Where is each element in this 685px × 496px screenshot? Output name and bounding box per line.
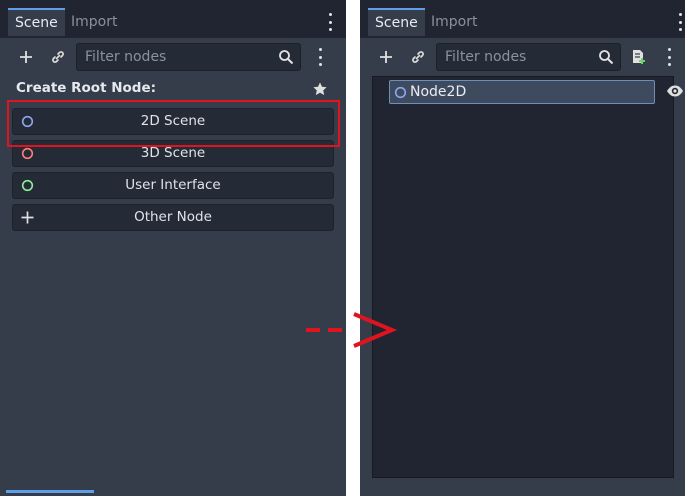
- bottom-tab-indicator: [6, 490, 94, 493]
- filter-nodes-input[interactable]: [77, 44, 270, 70]
- scene-dock-left: Scene Import Create Root Node: 2D Scene: [0, 0, 346, 496]
- filter-nodes-field[interactable]: [436, 43, 621, 71]
- attach-script-icon: [633, 50, 645, 64]
- tab-menu-icon[interactable]: [327, 13, 333, 31]
- plus-icon: [20, 51, 32, 63]
- plus-icon: [21, 211, 34, 224]
- 3d-scene-label: 3D Scene: [140, 145, 206, 161]
- node2d-circle-icon: [394, 86, 407, 99]
- create-root-node-heading: Create Root Node:: [16, 80, 157, 96]
- scene-options-icon[interactable]: [666, 48, 672, 66]
- tree-item-label: Node2D: [410, 84, 467, 100]
- other-node-button[interactable]: Other Node: [12, 204, 334, 231]
- link-icon: [52, 51, 64, 63]
- tab-import[interactable]: Import: [424, 8, 484, 36]
- scene-tree: Node2D: [372, 76, 683, 478]
- control-circle-icon: [21, 179, 34, 192]
- tab-import[interactable]: Import: [64, 8, 124, 36]
- visibility-eye-icon[interactable]: [665, 81, 685, 101]
- transition-arrow-icon: [306, 312, 398, 348]
- tree-item-node2d[interactable]: Node2D: [389, 80, 655, 104]
- scene-dock-body: Node2D: [360, 38, 685, 496]
- instance-scene-button[interactable]: [406, 45, 430, 69]
- tab-scene[interactable]: Scene: [8, 8, 65, 36]
- filter-nodes-field[interactable]: [76, 43, 301, 71]
- scene-dock-right: Scene Import Node2D: [360, 0, 685, 496]
- user-interface-label: User Interface: [125, 177, 221, 193]
- link-icon: [412, 51, 424, 63]
- tab-bar: Scene Import: [360, 0, 685, 38]
- filter-nodes-input[interactable]: [437, 44, 590, 70]
- search-icon: [599, 50, 614, 65]
- instance-scene-button[interactable]: [46, 45, 70, 69]
- tab-bar: Scene Import: [0, 0, 346, 38]
- user-interface-button[interactable]: User Interface: [12, 172, 334, 199]
- tab-menu-icon[interactable]: [677, 13, 683, 31]
- tab-scene[interactable]: Scene: [368, 8, 425, 36]
- attach-script-button[interactable]: [626, 45, 650, 69]
- favorites-star-icon[interactable]: [312, 81, 328, 97]
- scene-options-icon[interactable]: [317, 48, 323, 66]
- node3d-circle-icon: [21, 147, 34, 160]
- add-node-button[interactable]: [14, 45, 38, 69]
- other-node-label: Other Node: [134, 209, 212, 225]
- plus-icon: [380, 51, 392, 63]
- highlight-box: [7, 100, 340, 147]
- search-icon: [279, 50, 294, 65]
- add-node-button[interactable]: [374, 45, 398, 69]
